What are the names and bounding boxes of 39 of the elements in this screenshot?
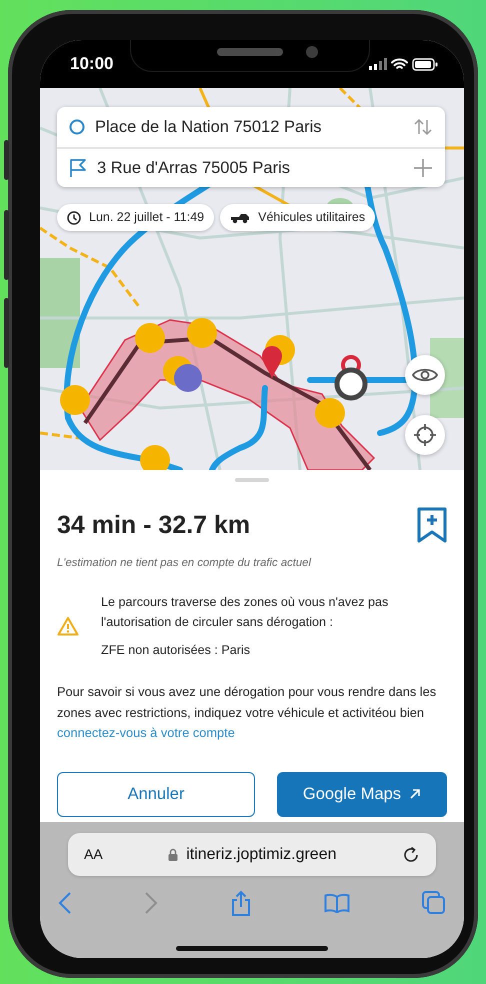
wifi-icon	[391, 58, 408, 70]
battery-icon	[412, 58, 438, 70]
bookmark-plus-icon[interactable]	[417, 507, 447, 543]
text-size-button[interactable]: AA	[84, 844, 103, 865]
flag-icon	[69, 158, 87, 178]
reload-icon[interactable]	[402, 846, 420, 864]
external-link-icon	[409, 788, 422, 800]
camera-dot	[306, 46, 318, 58]
account-link[interactable]: connectez-vous à votre compte	[57, 725, 235, 740]
address-bar[interactable]: AA itineriz.joptimiz.green	[68, 833, 436, 876]
back-icon[interactable]	[58, 892, 72, 914]
share-icon[interactable]	[230, 890, 252, 916]
drag-handle[interactable]	[235, 478, 269, 482]
origin-field[interactable]: Place de la Nation 75012 Paris	[95, 114, 403, 140]
speaker-grille	[217, 48, 283, 56]
destination-field[interactable]: 3 Rue d'Arras 75005 Paris	[97, 156, 403, 180]
url-text: itineriz.joptimiz.green	[186, 844, 336, 864]
info-paragraph: Pour savoir si vous avez une dérogation pour vous rendre dans les zones avec restrictions, indiquez votre véhicule et activitéou bien connectez-vous à votre compte	[57, 683, 438, 742]
signal-icon	[369, 58, 387, 70]
date-chip[interactable]: Lun. 22 juillet - 11:49	[57, 204, 214, 231]
warning-message: Le parcours traverse des zones où vous n'avez pas l'autorisation de circuler sans dérogation :	[101, 594, 390, 632]
clock-icon	[67, 210, 81, 224]
cancel-button[interactable]: Annuler	[57, 772, 255, 817]
plus-icon[interactable]	[413, 158, 433, 178]
warning-detail: ZFE non autorisées : Paris	[101, 642, 252, 660]
lock-icon	[168, 848, 178, 861]
vehicle-chip[interactable]: Véhicules utilitaires	[220, 204, 376, 231]
pickup-truck-icon	[230, 212, 250, 224]
status-time: 10:00	[70, 53, 114, 76]
tabs-icon[interactable]	[422, 891, 446, 915]
crosshair-icon	[413, 423, 437, 447]
route-summary-title: 34 min - 32.7 km	[57, 510, 250, 540]
book-icon[interactable]	[324, 893, 350, 913]
eye-icon	[412, 366, 438, 384]
warning-icon	[57, 616, 79, 636]
swap-icon[interactable]	[413, 117, 433, 137]
google-maps-button[interactable]: Google Maps	[277, 772, 447, 817]
circle-icon	[69, 119, 85, 135]
estimate-note: L'estimation ne tient pas en compte du trafic actuel	[57, 556, 312, 571]
